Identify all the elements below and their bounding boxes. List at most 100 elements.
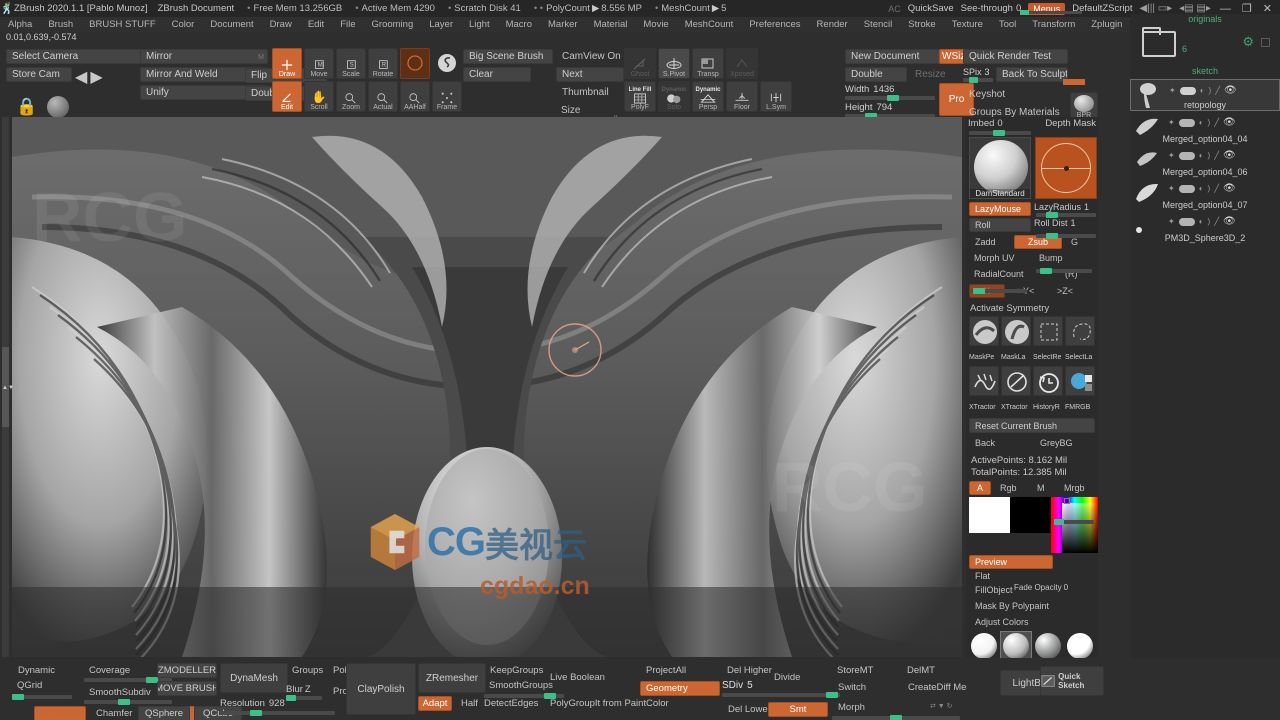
menu-item-light[interactable]: Light [461,19,498,30]
see-through-track[interactable] [1020,10,1082,15]
menu-item-brush[interactable]: Brush [40,19,81,30]
move-brush-button[interactable]: MOVE BRUSH [157,681,217,696]
spix-track[interactable] [963,77,993,83]
canvas-left-scrollbar[interactable]: ▲▼ [2,117,14,657]
bump-slider[interactable]: Bump [1034,251,1096,265]
brush-icon[interactable]: ╱ [1214,118,1219,127]
half-moon-icon[interactable]: ◐ [1200,86,1205,95]
tray-toggle-right-icon[interactable]: ◂▤ ▤▸ [1179,3,1211,14]
solo-button[interactable]: Dynamic Solo [658,81,690,112]
spivot-button[interactable]: S.Pivot [658,48,690,79]
menu-item-meshcount[interactable]: MeshCount [677,19,742,30]
brush-icon[interactable]: ╱ [1214,151,1219,160]
depth-mask-thumb[interactable] [1035,137,1097,199]
zmodeller-button[interactable]: ZMODELLER [157,663,217,678]
paren-icon[interactable]: ) [1208,151,1211,160]
menu-item-preferences[interactable]: Preferences [741,19,808,30]
subtool-item-merged-04[interactable]: ✦ ◐ ) ╱ 👁 Merged_option04_04 [1130,112,1280,144]
xposed-button[interactable]: Xposed [726,48,758,79]
switch-button[interactable]: Switch [832,680,898,695]
height-slider[interactable]: Height 794 [845,102,935,119]
eye-icon[interactable]: 👁 [1223,150,1236,161]
pin-icon[interactable]: ✦ [1168,118,1175,127]
mask-by-polypaint-button[interactable]: Mask By Polypaint [969,599,1095,613]
scroll-tool-button[interactable]: ✋ Scroll [304,81,334,112]
geometry-toggle-button[interactable]: Geometry [640,681,720,696]
xtractor-b-button[interactable]: XTractor [1001,366,1031,414]
folder-icon[interactable] [1142,27,1176,57]
eye-icon[interactable]: 👁 [1223,216,1236,227]
ac-label[interactable]: AC [888,4,901,14]
camera-lock-icon[interactable]: 🔒 [16,97,37,117]
menu-item-file[interactable]: File [332,19,363,30]
live-boolean-button[interactable]: Live Boolean [544,670,632,685]
half-moon-icon[interactable]: ◐ [1199,184,1204,193]
paren-icon[interactable]: ) [1208,118,1211,127]
quick-render-test-button[interactable]: Quick Render Test [963,49,1068,64]
resize-button[interactable]: Resize [910,67,953,82]
rotate-tool-button[interactable]: R Rotate [368,48,398,79]
adapt-button[interactable]: Adapt [418,696,452,711]
current-brush-thumb[interactable]: DamStandard [969,137,1031,199]
projectall-button[interactable]: ProjectAll [640,663,720,678]
zremesher-button[interactable]: ZRemesher [418,663,486,693]
back-to-sculpt-button[interactable]: Back To Sculpt [996,67,1068,82]
keyshot-button[interactable]: Keyshot [963,87,1068,102]
alpha-mode-button[interactable]: A [969,481,991,495]
mirror-button[interactable]: Mirror M [140,49,268,64]
menu-item-material[interactable]: Material [586,19,636,30]
delmt-button[interactable]: DelMT [902,663,962,678]
menu-item-movie[interactable]: Movie [635,19,676,30]
menu-item-draw[interactable]: Draw [262,19,300,30]
qgrid-slider[interactable]: QGrid [12,678,80,693]
menu-item-texture[interactable]: Texture [944,19,991,30]
lazyradius-track[interactable] [1036,212,1096,218]
pin-icon[interactable]: ✦ [1169,86,1176,95]
xtractor-a-button[interactable]: XTractor [969,366,999,414]
alpha-circle-button[interactable] [400,48,430,79]
menu-item-tool[interactable]: Tool [991,19,1024,30]
adjust-colors-button[interactable]: Adjust Colors [969,615,1095,629]
creatediffmesh-button[interactable]: CreateDiff Mesh [902,680,968,695]
zadd-button[interactable]: Zadd [969,235,1011,249]
dynamesh-button[interactable]: DynaMesh [220,663,288,693]
eye-icon[interactable]: 👁 [1223,183,1236,194]
color-toggle-button[interactable]: Color [640,696,700,711]
color-picker[interactable] [1050,497,1098,553]
sculpt-canvas[interactable]: RCG RCG CG 美视云 cgdao.cn [12,117,962,657]
axis-z-button[interactable]: >Z< [1047,284,1083,298]
polyframe-button[interactable]: Line Fill PolyF [624,81,656,112]
smoothsubdiv-track[interactable] [84,699,172,705]
camera-prev-button[interactable]: ◀ [75,67,87,87]
qgrid-track[interactable] [12,694,72,700]
menu-item-stroke[interactable]: Stroke [900,19,943,30]
primary-color-swatch[interactable] [969,497,1010,533]
frame-button[interactable]: Frame [432,81,462,112]
bump-track[interactable] [1036,268,1092,274]
subtool-row-icons[interactable]: ✦ ◐ ) ╱ 👁 [1169,85,1237,96]
edit-tool-button[interactable]: Edit [272,81,302,112]
select-rect-button[interactable]: SelectRe [1033,316,1063,364]
rolldist-slider[interactable]: Roll Dist 1 [1034,218,1096,232]
subtool-row-icons[interactable]: ✦ ◐ ) ╱ 👁 [1168,117,1236,128]
eye-icon[interactable]: 👁 [1223,117,1236,128]
subtool-item-merged-07[interactable]: ✦ ◐ ) ╱ 👁 Merged_option04_07 [1130,178,1280,210]
quicksave-button[interactable]: QuickSave [908,3,954,14]
menu-item-layer[interactable]: Layer [421,19,461,30]
reset-current-brush-button[interactable]: Reset Current Brush [969,418,1095,433]
lazymouse-button[interactable]: LazyMouse [969,202,1031,216]
bpr-button[interactable]: BPR [1070,92,1098,120]
menu-item-alpha[interactable]: Alpha [0,19,40,30]
blur-track[interactable] [286,695,322,701]
menu-item-transform[interactable]: Transform [1024,19,1083,30]
smt-button[interactable]: Smt [768,702,828,717]
divide-button[interactable]: Divide [768,670,828,685]
mrgb-mode-button[interactable]: Mrgb [1058,481,1096,495]
folder-toggle-icon[interactable] [1261,38,1270,47]
big-scene-brush-button[interactable]: Big Scene Brush [463,49,553,64]
resolution-track[interactable] [220,710,335,716]
perspective-ball-icon[interactable] [47,96,70,118]
tray-toggle-left-icon[interactable]: ◀||| ▭▸ [1139,3,1172,14]
eye-icon[interactable]: 👁 [1224,85,1237,96]
width-track[interactable] [845,95,935,101]
